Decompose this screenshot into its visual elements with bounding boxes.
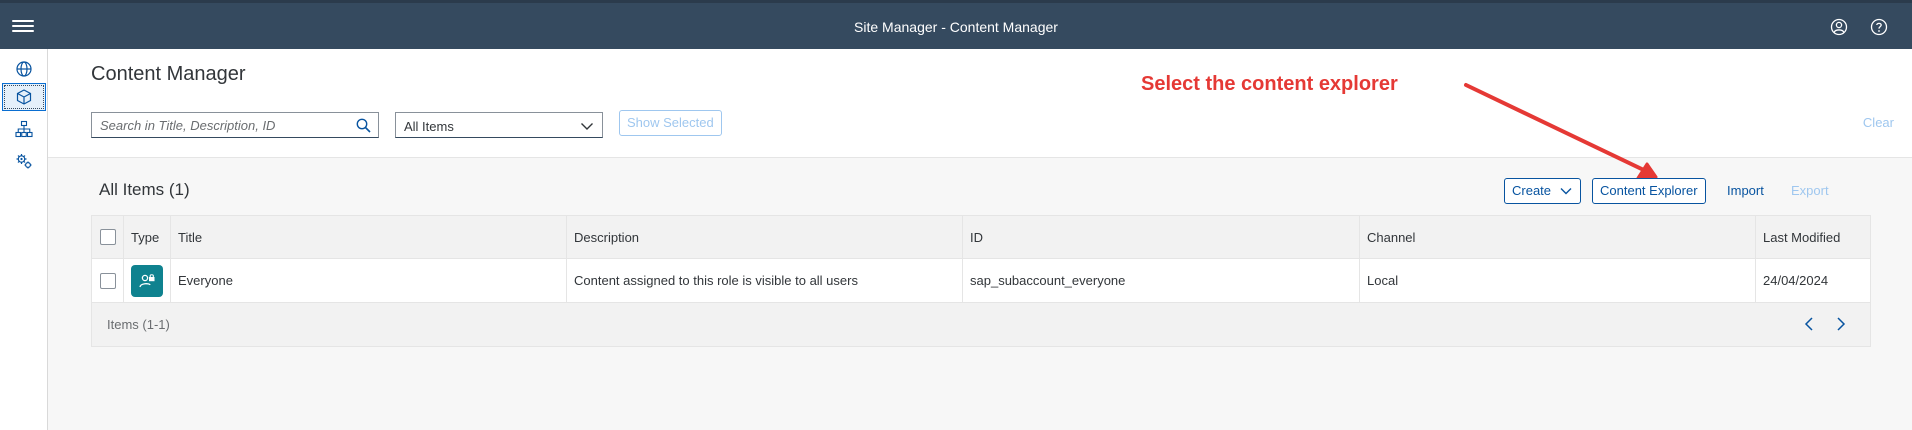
shell-bar: Site Manager - Content Manager [0,0,1912,49]
content-table: Type Title Description ID Channel Last M… [91,215,1871,347]
chevron-down-icon [581,123,593,130]
user-profile-icon[interactable] [1830,18,1848,36]
content-explorer-button[interactable]: Content Explorer [1592,178,1706,204]
settings-gears-icon [16,154,32,169]
nav-item-content-manager[interactable] [2,83,46,111]
column-header-last-modified[interactable]: Last Modified [1756,216,1870,258]
column-header-title[interactable]: Title [171,216,567,258]
create-button[interactable]: Create [1504,178,1581,204]
column-header-channel[interactable]: Channel [1360,216,1756,258]
column-header-type[interactable]: Type [124,216,171,258]
items-count: Items (1-1) [107,317,170,332]
search-icon[interactable] [356,118,371,133]
select-all-cell [92,216,124,258]
table-header-row: Type Title Description ID Channel Last M… [92,216,1870,259]
globe-icon [16,61,32,77]
row-description: Content assigned to this role is visible… [567,259,963,302]
row-select-cell [92,259,124,302]
row-last-modified: 24/04/2024 [1763,273,1829,288]
clear-button[interactable]: Clear [1863,115,1894,130]
filter-select-value: All Items [404,119,454,134]
column-header-id[interactable]: ID [963,216,1360,258]
help-icon[interactable] [1870,18,1888,36]
column-header-description[interactable]: Description [567,216,963,258]
side-navigation [0,49,48,430]
row-type-cell [124,259,171,302]
create-button-label: Create [1512,183,1552,198]
row-checkbox[interactable] [100,272,116,289]
nav-item-sites[interactable] [2,55,46,83]
table-row[interactable]: Everyone Content assigned to this role i… [92,259,1870,303]
select-all-checkbox[interactable] [100,229,116,245]
search-input[interactable] [92,113,342,137]
table-footer: Items (1-1) [92,303,1870,346]
role-icon [131,264,163,297]
page-title: Content Manager [91,63,246,85]
section-title: All Items (1) [99,180,190,199]
row-title: Everyone [171,259,567,302]
chevron-down-icon [1560,188,1572,195]
content-cube-icon [16,89,32,105]
shell-title: Site Manager - Content Manager [854,19,1058,35]
annotation-text: Select the content explorer [1141,73,1398,95]
nav-item-settings[interactable] [2,147,46,175]
import-button[interactable]: Import [1727,183,1764,198]
annotation-arrow [1464,83,1658,180]
search-field[interactable] [91,112,379,138]
row-id: sap_subaccount_everyone [963,259,1360,302]
chevron-left-icon[interactable] [1802,315,1816,333]
filter-select[interactable]: All Items [395,112,603,138]
hierarchy-icon [15,120,33,138]
chevron-right-icon[interactable] [1834,315,1848,333]
show-selected-button[interactable]: Show Selected [619,110,722,136]
export-button[interactable]: Export [1791,183,1829,198]
nav-item-hierarchy[interactable] [2,115,46,143]
row-channel: Local [1360,259,1756,302]
